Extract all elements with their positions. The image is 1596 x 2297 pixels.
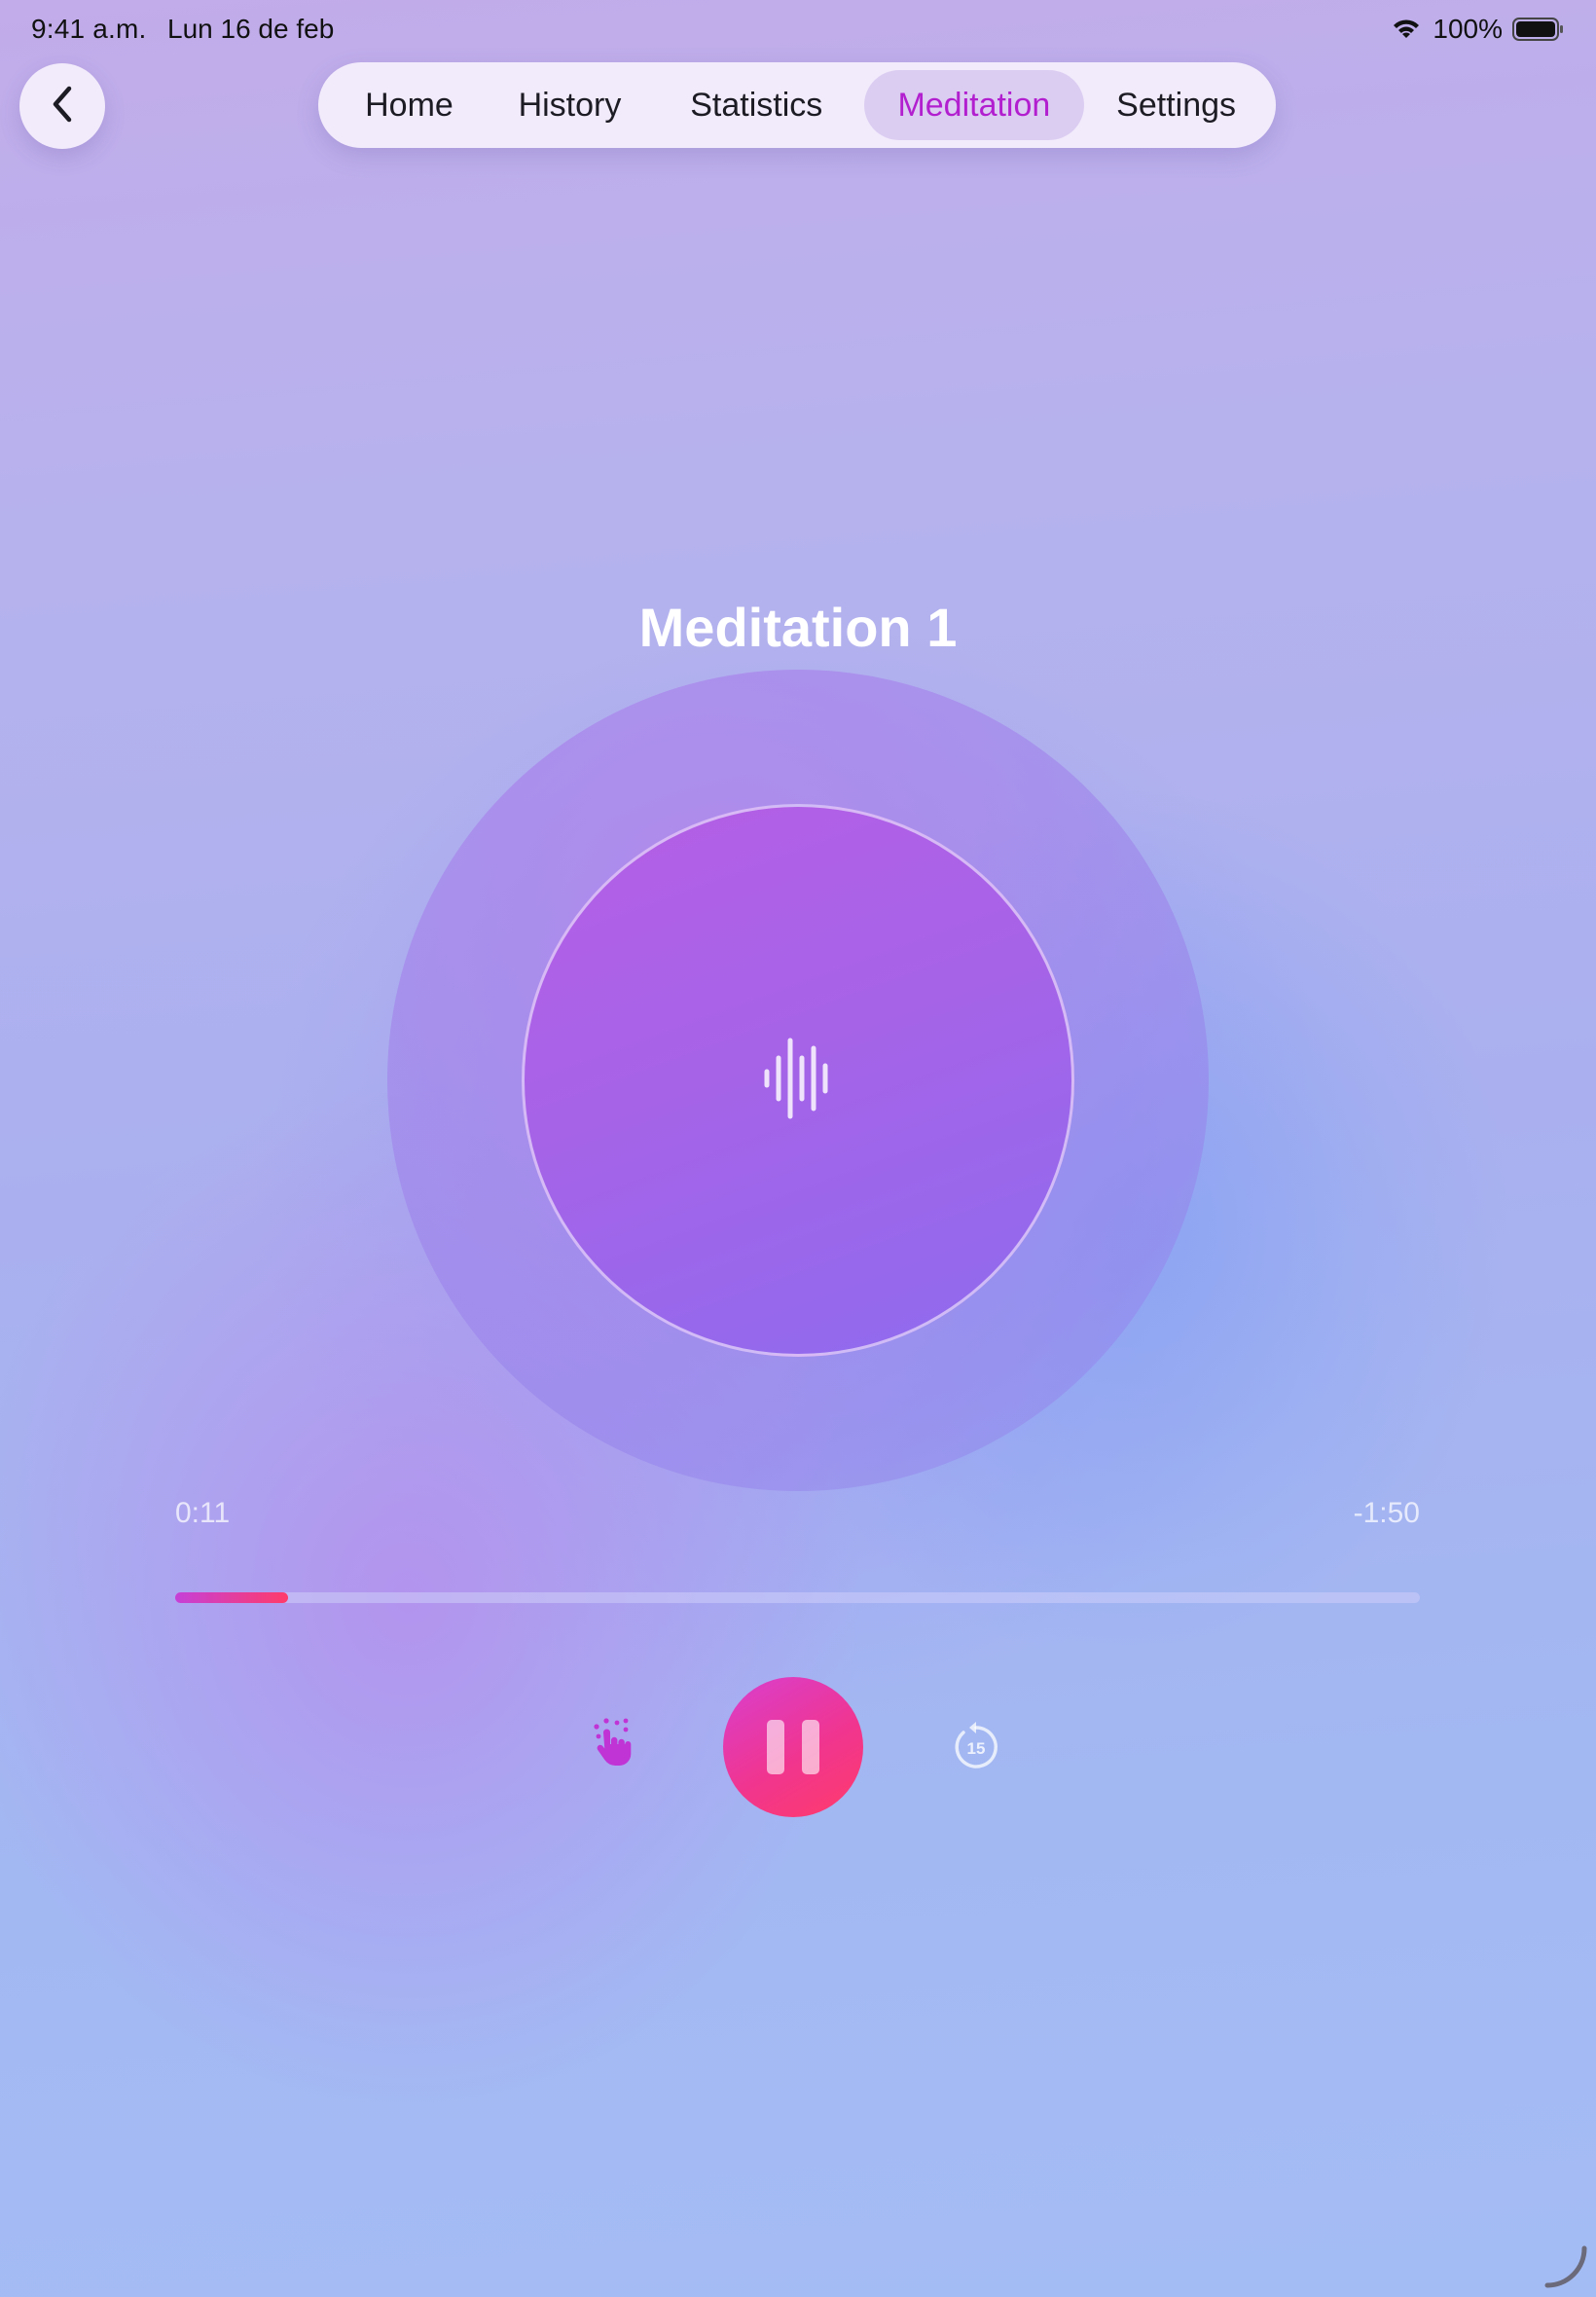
- replay-15-button[interactable]: 15: [950, 1721, 1002, 1773]
- tab-history[interactable]: History: [490, 70, 649, 140]
- replay-seconds-label: 15: [967, 1739, 986, 1758]
- status-time: 9:41 a.m.: [31, 14, 147, 44]
- progress-fill: [175, 1592, 289, 1603]
- status-date: Lun 16 de feb: [167, 14, 335, 44]
- tab-bar: Home History Statistics Meditation Setti…: [318, 62, 1276, 148]
- tab-meditation[interactable]: Meditation: [863, 70, 1085, 140]
- wifi-icon: [1390, 17, 1423, 42]
- meditation-title: Meditation 1: [638, 597, 958, 658]
- status-indicators: 100%: [1390, 14, 1565, 45]
- elapsed-time: 0:11: [175, 1497, 231, 1529]
- resize-handle-icon: [1542, 2242, 1588, 2289]
- battery-icon: [1512, 17, 1565, 42]
- tab-statistics[interactable]: Statistics: [649, 70, 864, 140]
- progress-bar[interactable]: [175, 1592, 1420, 1603]
- touch-gesture-button[interactable]: [584, 1715, 642, 1773]
- battery-percentage: 100%: [1433, 14, 1503, 44]
- pause-icon-bar: [802, 1720, 819, 1774]
- touch-gesture-icon: [592, 1717, 635, 1772]
- pause-icon: [767, 1720, 784, 1774]
- tab-settings[interactable]: Settings: [1084, 70, 1268, 140]
- replay-15-icon: 15: [955, 1722, 998, 1768]
- back-button[interactable]: [19, 63, 105, 149]
- pause-button[interactable]: [723, 1677, 863, 1817]
- chevron-left-icon: [48, 83, 77, 130]
- waveform-icon: [759, 1035, 837, 1127]
- status-bar: 9:41 a.m. Lun 16 de feb 100%: [0, 0, 1596, 60]
- remaining-time: -1:50: [1353, 1497, 1420, 1529]
- tab-home[interactable]: Home: [328, 70, 490, 140]
- meditation-orb[interactable]: [522, 804, 1074, 1357]
